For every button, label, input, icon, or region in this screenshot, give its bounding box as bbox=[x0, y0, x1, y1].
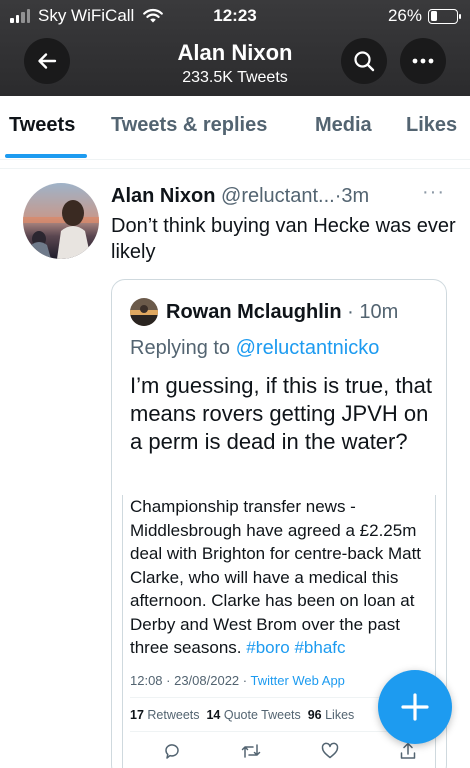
author-handle[interactable]: @reluctant... bbox=[221, 185, 335, 207]
more-horizontal-icon bbox=[412, 58, 434, 64]
profile-name: Alan Nixon bbox=[177, 40, 293, 65]
arrow-left-icon bbox=[38, 53, 57, 69]
quote-author-name: Rowan Mclaughlin bbox=[166, 300, 342, 323]
retweets-label: Retweets bbox=[147, 708, 200, 722]
quote-avatar bbox=[130, 298, 158, 326]
embedded-date: 12:08 · 23/08/2022 · bbox=[130, 673, 248, 688]
tweet-time[interactable]: 3m bbox=[341, 185, 369, 207]
avatar[interactable] bbox=[23, 183, 99, 259]
quote-time: 10m bbox=[359, 300, 399, 323]
quote-text: I’m guessing, if this is true, that mean… bbox=[130, 373, 433, 454]
replying-to-handle[interactable]: @reluctantnicko bbox=[236, 337, 380, 359]
plus-icon bbox=[401, 693, 429, 721]
embedded-stats: 17 Retweets 14 Quote Tweets 96 Likes bbox=[130, 708, 354, 722]
back-button[interactable] bbox=[24, 38, 70, 84]
embedded-body: Championship transfer news - Middlesbrou… bbox=[130, 497, 422, 657]
quote-header: Rowan Mclaughlin · 10m bbox=[130, 298, 398, 326]
quotes-count: 14 bbox=[206, 708, 221, 722]
tweet-count: 233.5K Tweets bbox=[182, 69, 288, 86]
hashtag-bhafc: #bhafc bbox=[294, 638, 346, 657]
profile-header: Sky WiFiCall 12:23 26% Alan Nixon 233.5K… bbox=[0, 0, 470, 96]
tweet-header: Alan Nixon @reluctant...·3m bbox=[111, 185, 369, 208]
embedded-app: Twitter Web App bbox=[250, 673, 345, 688]
replying-to: Replying to @reluctantnicko bbox=[130, 337, 379, 360]
quote-separator: · bbox=[347, 300, 354, 323]
profile-tabs: Tweets Tweets & replies Media Likes bbox=[0, 96, 470, 160]
tab-tweets-and-replies[interactable]: Tweets & replies bbox=[111, 114, 267, 137]
tab-likes[interactable]: Likes bbox=[406, 114, 457, 137]
reply-icon bbox=[165, 744, 179, 759]
tab-media[interactable]: Media bbox=[315, 114, 372, 137]
divider bbox=[130, 731, 430, 732]
header-title: Alan Nixon 233.5K Tweets bbox=[120, 40, 350, 87]
likes-count: 96 bbox=[307, 708, 322, 722]
share-icon bbox=[400, 742, 416, 759]
quotes-label: Quote Tweets bbox=[223, 708, 301, 722]
active-tab-indicator bbox=[5, 154, 87, 158]
author-name[interactable]: Alan Nixon bbox=[111, 185, 215, 207]
embedded-actions bbox=[163, 742, 416, 762]
hashtag-boro: #boro bbox=[246, 638, 290, 657]
tweet-more-icon[interactable]: ··· bbox=[422, 181, 445, 204]
more-button[interactable] bbox=[400, 38, 446, 84]
tab-tweets[interactable]: Tweets bbox=[9, 114, 75, 137]
search-icon bbox=[354, 51, 375, 72]
compose-tweet-button[interactable] bbox=[378, 670, 452, 744]
battery-level bbox=[430, 11, 437, 21]
retweet-icon bbox=[241, 744, 261, 758]
embedded-timestamp: 12:08 · 23/08/2022 · Twitter Web App bbox=[130, 673, 345, 688]
battery-percent: 26% bbox=[387, 6, 422, 25]
search-button[interactable] bbox=[341, 38, 387, 84]
battery-icon bbox=[428, 8, 461, 24]
retweets-count: 17 bbox=[130, 708, 144, 722]
replying-to-label: Replying to bbox=[130, 337, 231, 359]
tweet-text: Don’t think buying van Hecke was ever li… bbox=[111, 215, 456, 263]
status-bar: Sky WiFiCall 12:23 26% bbox=[0, 0, 470, 32]
embedded-tweet-text: Championship transfer news - Middlesbrou… bbox=[130, 495, 430, 660]
like-icon bbox=[321, 742, 339, 759]
likes-label: Likes bbox=[325, 708, 355, 722]
